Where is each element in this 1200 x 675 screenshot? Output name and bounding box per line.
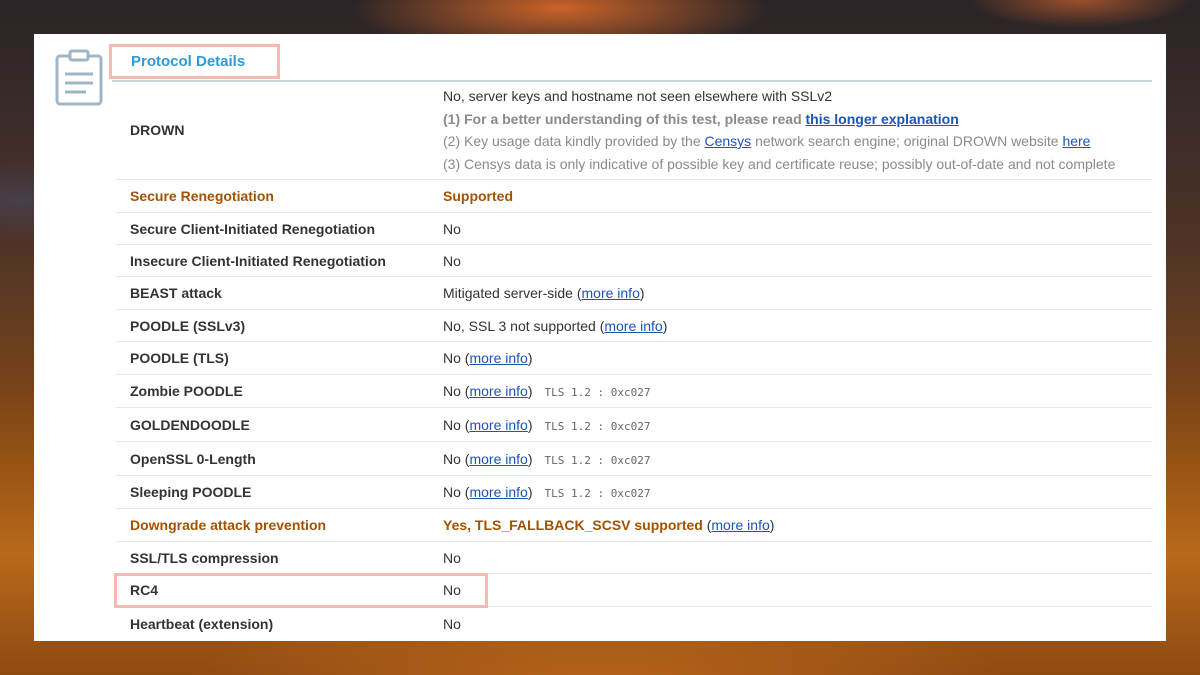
row-label: Insecure Client-Initiated Renegotiation xyxy=(130,252,386,269)
drown-note-3: (3) Censys data is only indicative of po… xyxy=(443,155,1116,172)
table-row: SSL/TLS compression No xyxy=(116,542,1152,574)
clipboard-icon xyxy=(55,49,103,106)
row-label: Downgrade attack prevention xyxy=(130,517,327,533)
tech-details: TLS 1.2 : 0xc027 xyxy=(544,453,651,467)
protocol-details-panel: Protocol Details DROWN No, server keys a… xyxy=(34,34,1166,641)
row-label: Zombie POODLE xyxy=(130,383,243,399)
row-value: No xyxy=(443,252,461,269)
tech-details: TLS 1.2 : 0xc027 xyxy=(544,386,651,399)
row-value: No xyxy=(443,549,461,566)
more-info-link[interactable]: more info xyxy=(469,484,527,500)
more-info-link[interactable]: more info xyxy=(469,451,527,467)
table-row: GOLDENDOODLE No (more info) TLS 1.2 : 0xc… xyxy=(116,408,1152,442)
drown-main-value: No, server keys and hostname not seen el… xyxy=(443,88,833,104)
row-label: Secure Client-Initiated Renegotiation xyxy=(130,220,376,237)
drown-note-2: (2) Key usage data kindly provided by th… xyxy=(443,133,1091,149)
row-label: SSL/TLS compression xyxy=(130,549,279,566)
censys-link[interactable]: Censys xyxy=(705,133,752,149)
row-label: DROWN xyxy=(130,122,185,138)
more-info-link[interactable]: more info xyxy=(469,417,527,433)
table-row: Zombie POODLE No (more info) TLS 1.2 : 0x… xyxy=(116,375,1152,408)
row-value: Mitigated server-side (more info) xyxy=(443,285,645,301)
more-info-link[interactable]: more info xyxy=(711,517,769,533)
table-row: OpenSSL 0-Length No (more info) TLS 1.2 :… xyxy=(116,442,1152,476)
row-value: No (more info) TLS 1.2 : 0xc027 xyxy=(443,416,651,433)
row-value: No xyxy=(443,615,461,632)
row-value: No (more info) TLS 1.2 : 0xc027 xyxy=(443,383,651,399)
drown-website-link[interactable]: here xyxy=(1062,133,1090,149)
row-value: No xyxy=(443,220,461,237)
row-value: Yes, TLS_FALLBACK_SCSV supported (more i… xyxy=(443,517,775,533)
row-label: POODLE (TLS) xyxy=(130,350,229,366)
row-label: GOLDENDOODLE xyxy=(130,416,250,433)
table-row: Sleeping POODLE No (more info) TLS 1.2 : … xyxy=(116,476,1152,509)
row-value: No, SSL 3 not supported (more info) xyxy=(443,317,668,334)
table-row: POODLE (TLS) No (more info) xyxy=(116,342,1152,375)
table-row: POODLE (SSLv3) No, SSL 3 not supported (… xyxy=(116,310,1152,342)
longer-explanation-link[interactable]: this longer explanation xyxy=(806,111,959,127)
table-row: Insecure Client-Initiated Renegotiation … xyxy=(116,245,1152,277)
more-info-link[interactable]: more info xyxy=(469,383,527,399)
table-row: Secure Renegotiation Supported xyxy=(116,180,1152,213)
row-label: POODLE (SSLv3) xyxy=(130,317,246,334)
more-info-link[interactable]: more info xyxy=(469,350,527,366)
drown-values: No, server keys and hostname not seen el… xyxy=(443,85,1115,175)
drown-note-1: (1) For a better understanding of this t… xyxy=(443,110,959,127)
row-label: OpenSSL 0-Length xyxy=(130,450,256,467)
row-value: No (more info) TLS 1.2 : 0xc027 xyxy=(443,450,651,467)
table-row-drown: DROWN No, server keys and hostname not s… xyxy=(116,81,1152,180)
row-label: Secure Renegotiation xyxy=(130,188,274,204)
table-row: BEAST attack Mitigated server-side (more… xyxy=(116,277,1152,310)
more-info-link[interactable]: more info xyxy=(582,285,640,301)
table-row: Downgrade attack prevention Yes, TLS_FAL… xyxy=(116,509,1152,542)
row-value: No (more info) xyxy=(443,350,533,366)
table-row: Secure Client-Initiated Renegotiation No xyxy=(116,213,1152,245)
row-label: Heartbeat (extension) xyxy=(130,615,274,632)
table-row: Heartbeat (extension) No xyxy=(116,607,1152,640)
row-value: No (more info) TLS 1.2 : 0xc027 xyxy=(443,484,651,500)
row-value: Supported xyxy=(443,188,513,204)
rc4-annotation-box xyxy=(114,573,488,608)
tech-details: TLS 1.2 : 0xc027 xyxy=(544,487,651,500)
more-info-link[interactable]: more info xyxy=(604,318,662,334)
title-annotation-box xyxy=(109,44,280,79)
tech-details: TLS 1.2 : 0xc027 xyxy=(544,419,651,433)
protocol-table: DROWN No, server keys and hostname not s… xyxy=(116,81,1152,640)
row-label: Sleeping POODLE xyxy=(130,484,252,500)
row-label: BEAST attack xyxy=(130,285,222,301)
